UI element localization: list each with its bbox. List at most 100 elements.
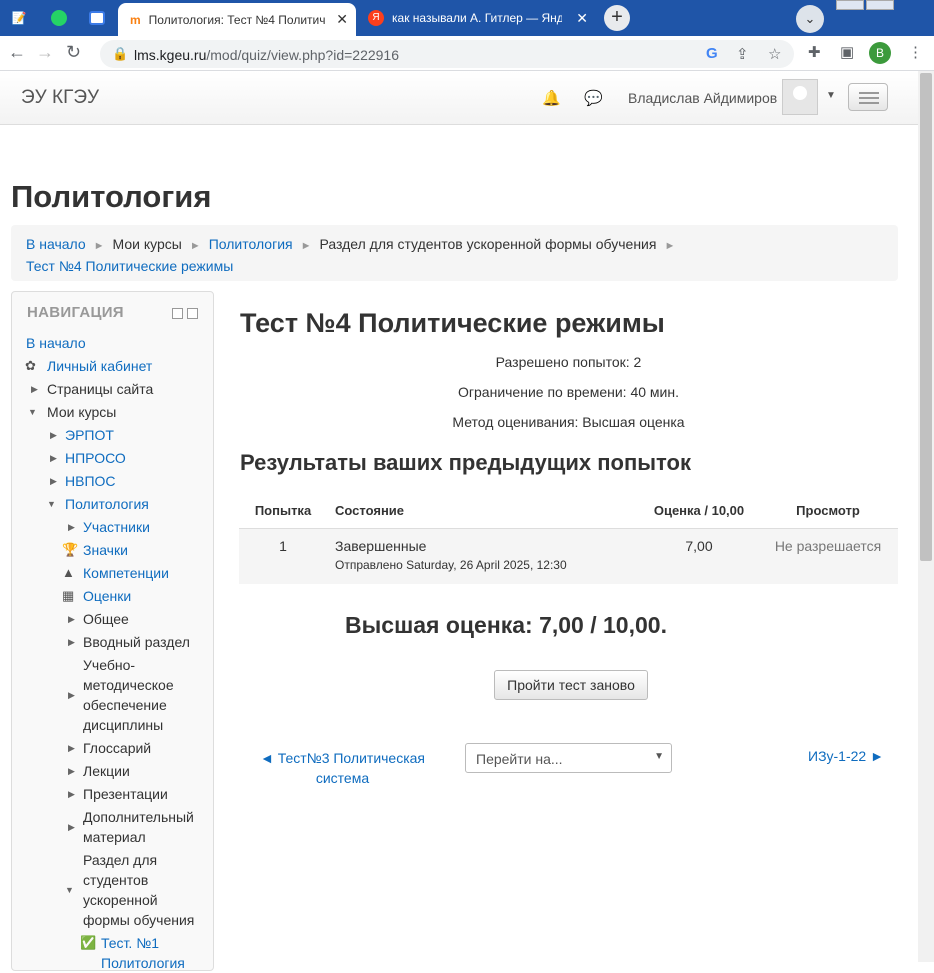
nav-course-nvpos[interactable]: НВПОС — [65, 471, 116, 491]
tab-yandex[interactable]: Я как называли А. Гитлер — Яндекс ✕ — [358, 3, 596, 33]
breadcrumb-course[interactable]: Политология — [209, 236, 293, 252]
nav-course-nproso[interactable]: НПРОСО — [65, 448, 126, 468]
reload-icon[interactable]: ↻ — [66, 42, 81, 63]
breadcrumb-my-courses: Мои курсы — [112, 236, 182, 252]
nav-section-glossary[interactable]: Глоссарий — [83, 738, 151, 758]
expand-arrow-icon[interactable]: ▶ — [50, 430, 57, 441]
grades-table-icon: ▦ — [62, 588, 75, 603]
share-icon[interactable]: ⇪ — [736, 45, 749, 63]
notifications-bell-icon[interactable]: 🔔 — [542, 89, 561, 107]
collapse-arrow-icon[interactable]: ▼ — [28, 407, 37, 417]
nav-section-accelerated[interactable]: Раздел для студентов ускоренной формы об… — [83, 850, 198, 930]
expand-arrow-icon[interactable]: ▶ — [68, 789, 75, 800]
messages-icon[interactable]: 💬 — [584, 89, 603, 107]
user-avatar[interactable] — [782, 79, 818, 115]
time-limit: Ограничение по времени: 40 мин. — [458, 384, 679, 400]
quiz-title: Тест №4 Политические режимы — [240, 308, 665, 338]
url-domain: lms.kgeu.ru — [134, 47, 207, 63]
attempts-table: Попытка Состояние Оценка / 10,00 Просмот… — [239, 493, 898, 584]
collapse-block-icon[interactable] — [172, 308, 183, 319]
caret-down-icon[interactable]: ▼ — [826, 90, 836, 101]
nav-section-intro[interactable]: Вводный раздел — [83, 632, 190, 652]
nav-participants[interactable]: Участники — [83, 517, 150, 537]
scrollbar-thumb[interactable] — [920, 73, 932, 561]
expand-arrow-icon[interactable]: ▶ — [68, 614, 75, 625]
attempt-number: 1 — [239, 528, 327, 584]
retry-quiz-button[interactable]: Пройти тест заново — [494, 670, 648, 700]
google-icon[interactable]: G — [706, 45, 718, 62]
breadcrumb-home[interactable]: В начало — [26, 236, 86, 252]
address-bar-row: ← → ↻ 🔒 lms.kgeu.ru/mod/quiz/view.php?id… — [0, 36, 934, 71]
url-field[interactable]: 🔒 lms.kgeu.ru/mod/quiz/view.php?id=22291… — [100, 40, 794, 68]
expand-arrow-icon[interactable]: ▶ — [68, 822, 75, 833]
nav-section-general[interactable]: Общее — [83, 609, 129, 629]
expand-arrow-icon[interactable]: ▶ — [50, 476, 57, 487]
close-icon[interactable]: ✕ — [336, 11, 348, 28]
best-grade: Высшая оценка: 7,00 / 10,00. — [345, 612, 667, 638]
dock-block-icon[interactable] — [187, 308, 198, 319]
user-name[interactable]: Владислав Айдимиров — [628, 90, 777, 106]
pinned-tab-whatsapp[interactable] — [44, 3, 74, 33]
collapse-arrow-icon[interactable]: ▼ — [47, 499, 56, 509]
nav-section-presentations[interactable]: Презентации — [83, 784, 168, 804]
page-title: Политология — [11, 179, 212, 214]
collapse-arrow-icon[interactable]: ▼ — [65, 885, 74, 895]
prev-activity-link[interactable]: ◄ Тест№3 Политическая система — [255, 748, 430, 788]
url-path: /mod/quiz/view.php?id=222916 — [206, 47, 400, 63]
nav-section-lectures[interactable]: Лекции — [83, 761, 130, 781]
nav-course-politology[interactable]: Политология — [65, 494, 149, 514]
menu-dots-icon[interactable]: ⋮ — [908, 43, 923, 61]
col-grade: Оценка / 10,00 — [640, 493, 758, 529]
profile-avatar[interactable]: В — [869, 42, 891, 64]
nav-menu-button[interactable] — [848, 83, 888, 111]
breadcrumb: В начало ► Мои курсы ► Политология ► Раздел дл… — [11, 225, 898, 281]
star-icon[interactable]: ☆ — [768, 45, 781, 63]
breadcrumb-separator-icon: ► — [189, 240, 201, 252]
expand-arrow-icon[interactable]: ▶ — [50, 453, 57, 464]
jump-to-value: Перейти на... — [476, 751, 563, 767]
expand-arrow-icon[interactable]: ▶ — [68, 690, 75, 701]
next-activity-link[interactable]: ИЗу-1-22 ► — [808, 748, 884, 764]
breadcrumb-separator-icon: ► — [93, 240, 105, 252]
jump-to-select[interactable]: Перейти на... ▼ — [465, 743, 672, 773]
attempts-allowed: Разрешено попыток: 2 — [495, 354, 642, 370]
nav-home[interactable]: В начало — [26, 333, 86, 353]
expand-arrow-icon[interactable]: ▶ — [68, 743, 75, 754]
grading-method: Метод оценивания: Высшая оценка — [452, 414, 685, 430]
nav-badges[interactable]: Значки — [83, 540, 128, 560]
expand-arrow-icon[interactable]: ▶ — [31, 384, 38, 395]
breadcrumb-quiz[interactable]: Тест №4 Политические режимы — [26, 258, 233, 274]
nav-site-pages[interactable]: Страницы сайта — [47, 379, 153, 399]
expand-arrow-icon[interactable]: ▶ — [68, 637, 75, 648]
nav-section-methodology[interactable]: Учебно-методическое обеспечение дисципли… — [83, 655, 188, 735]
expand-arrow-icon[interactable]: ▶ — [68, 766, 75, 777]
nav-section-additional[interactable]: Дополнительный материал — [83, 807, 198, 847]
nav-my-courses[interactable]: Мои курсы — [47, 402, 116, 422]
attempt-submitted: Отправлено Saturday, 26 April 2025, 12:3… — [335, 557, 567, 572]
notes-icon: 📝 — [11, 11, 27, 25]
close-icon[interactable]: ✕ — [576, 10, 588, 27]
nav-grades[interactable]: Оценки — [83, 586, 131, 606]
breadcrumb-separator-icon: ► — [300, 240, 312, 252]
expand-arrow-icon[interactable]: ▶ — [68, 522, 75, 533]
new-tab-button[interactable]: + — [604, 5, 630, 31]
site-brand[interactable]: ЭУ КГЭУ — [21, 87, 99, 109]
maximize-button[interactable] — [866, 0, 894, 10]
lock-icon: 🔒 — [112, 46, 129, 61]
extensions-icon[interactable]: ✚ — [808, 43, 821, 61]
nav-course-erpot[interactable]: ЭРПОТ — [65, 425, 114, 445]
col-attempt: Попытка — [239, 493, 327, 529]
back-arrow-icon[interactable]: ← — [8, 42, 26, 63]
minimize-button[interactable] — [836, 0, 864, 10]
forward-arrow-icon[interactable]: → — [36, 42, 54, 63]
breadcrumb-section[interactable]: Раздел для студентов ускоренной формы об… — [320, 236, 657, 252]
tab-search-chevron-icon[interactable]: ⌄ — [796, 5, 824, 33]
nav-competencies[interactable]: Компетенции — [83, 563, 169, 583]
nav-dashboard[interactable]: Личный кабинет — [47, 356, 152, 376]
nav-activity-quiz1[interactable]: Тест. №1 Политология — [101, 933, 196, 973]
pinned-tab-notes[interactable]: 📝 — [4, 3, 34, 33]
tab-active[interactable]: m Политология: Тест №4 Политические режи… — [118, 3, 356, 36]
pinned-tab-mail[interactable] — [82, 3, 112, 33]
side-panel-icon[interactable]: ▣ — [840, 43, 854, 61]
breadcrumb-separator-icon: ► — [664, 240, 676, 252]
